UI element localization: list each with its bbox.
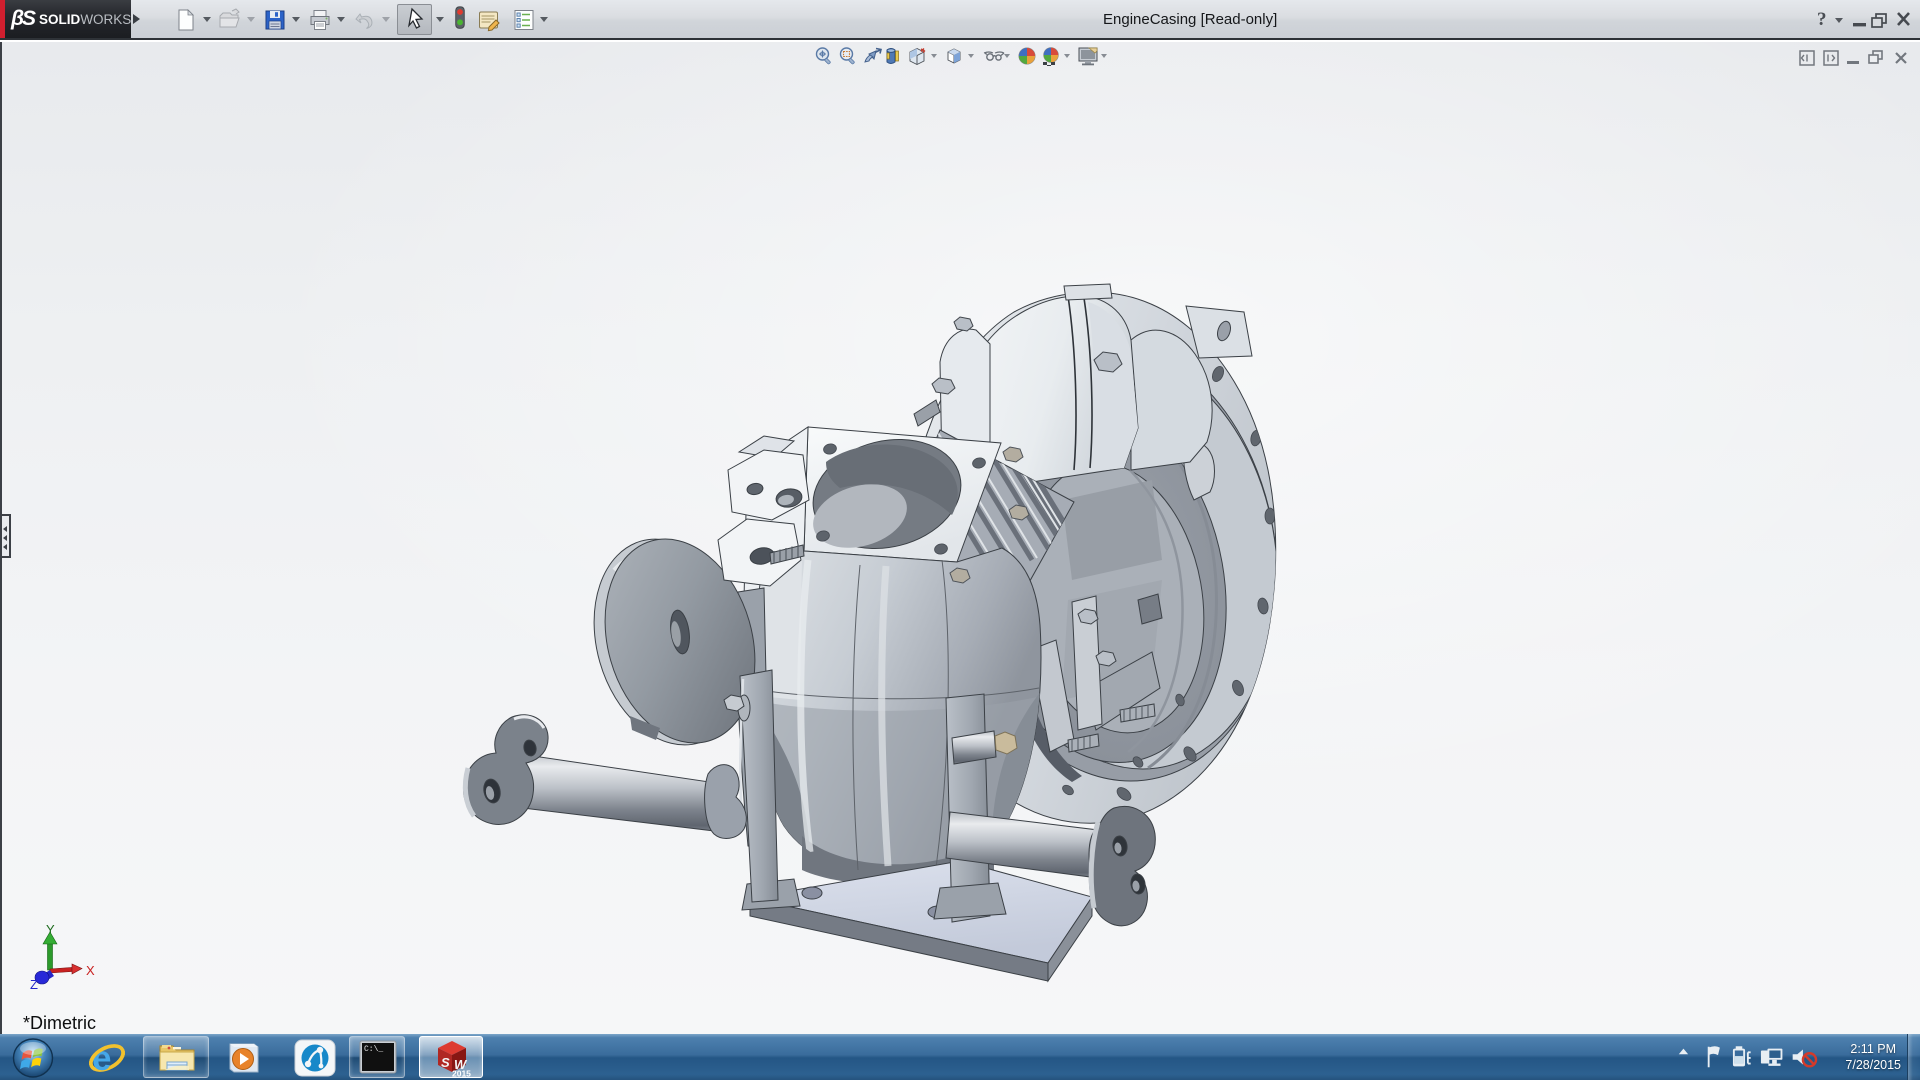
svg-text:C:\_: C:\_: [364, 1045, 383, 1054]
svg-text:Z: Z: [30, 977, 38, 992]
svg-text:S: S: [441, 1055, 450, 1070]
svg-text:X: X: [86, 963, 95, 978]
svg-text:e: e: [92, 1039, 111, 1077]
svg-text:2015: 2015: [452, 1069, 471, 1078]
svg-text:?: ?: [1817, 9, 1827, 30]
